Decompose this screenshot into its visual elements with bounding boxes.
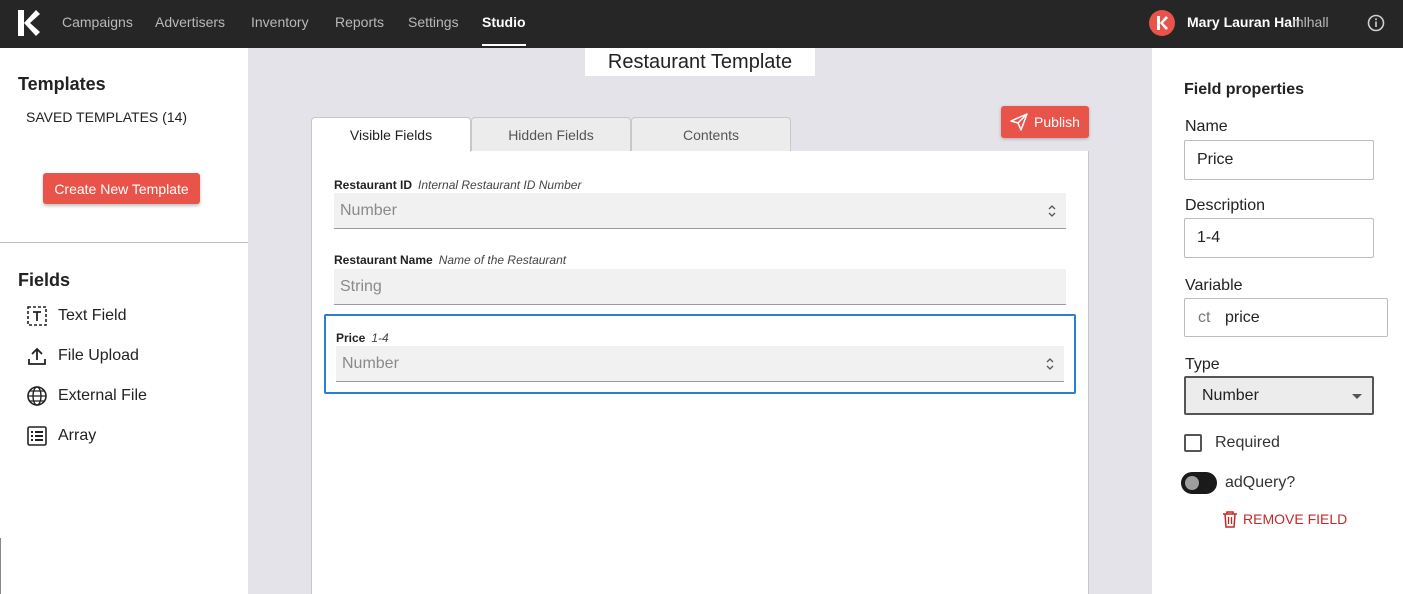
variable-input[interactable]: ct price [1184, 298, 1388, 337]
nav-inventory[interactable]: Inventory [251, 0, 309, 48]
sidebar-edge-line [0, 538, 1, 594]
sidebar-divider [0, 242, 248, 243]
field-label: Restaurant Name [334, 253, 433, 267]
field-label: Price [336, 331, 366, 345]
field-description: Name of the Restaurant [438, 253, 567, 267]
trash-icon [1223, 511, 1237, 528]
field-price[interactable]: Price 1-4 [336, 329, 389, 347]
user-avatar[interactable] [1149, 10, 1175, 36]
field-type-label: External File [58, 387, 147, 404]
dropdown-caret-icon [1352, 394, 1362, 399]
type-select[interactable]: Number [1184, 376, 1374, 415]
field-type-label: Array [58, 427, 97, 444]
upload-icon [28, 347, 46, 365]
field-label: Restaurant ID [334, 178, 413, 192]
field-description: 1-4 [371, 331, 389, 345]
remove-field-button[interactable]: REMOVE FIELD [1222, 510, 1347, 528]
number-spinner-icon[interactable] [1044, 356, 1056, 372]
publish-label: Publish [1034, 114, 1080, 130]
nav-campaigns[interactable]: Campaigns [62, 0, 133, 48]
brand-logo-icon[interactable] [18, 10, 40, 36]
send-icon [1010, 113, 1028, 131]
list-icon [27, 426, 47, 446]
fields-heading: Fields [18, 270, 71, 290]
field-type-label: Text Field [58, 307, 127, 324]
template-title[interactable]: Restaurant Template [585, 48, 815, 76]
field-type-file-upload[interactable]: File Upload [26, 342, 139, 370]
templates-heading: Templates [18, 74, 106, 94]
remove-field-label: REMOVE FIELD [1243, 511, 1348, 527]
name-input[interactable]: Price [1184, 140, 1374, 180]
top-nav-bar: Campaigns Advertisers Inventory Reports … [0, 0, 1403, 48]
required-checkbox[interactable] [1184, 434, 1202, 452]
variable-prefix: ct [1198, 309, 1211, 326]
globe-icon [27, 386, 47, 406]
tab-contents[interactable]: Contents [631, 117, 791, 151]
create-new-template-button[interactable]: Create New Template [43, 173, 200, 204]
field-properties-panel: Field properties Name Price Description … [1152, 48, 1403, 594]
field-description: Internal Restaurant ID Number [418, 178, 582, 192]
restaurant-name-input[interactable]: String [334, 269, 1066, 305]
type-label: Type [1185, 356, 1220, 373]
tab-hidden-fields[interactable]: Hidden Fields [471, 117, 631, 151]
description-label: Description [1185, 197, 1266, 214]
field-type-array[interactable]: Array [26, 422, 96, 450]
text-field-icon [27, 306, 47, 326]
restaurant-id-input[interactable]: Number [334, 193, 1066, 229]
type-selected-value: Number [1202, 387, 1259, 404]
tab-visible-fields[interactable]: Visible Fields [311, 117, 471, 152]
adquery-toggle[interactable] [1181, 472, 1217, 494]
input-placeholder: Number [340, 202, 397, 219]
field-type-text-field[interactable]: Text Field [26, 302, 126, 330]
field-restaurant-id[interactable]: Restaurant ID Internal Restaurant ID Numb… [334, 176, 581, 194]
field-properties-title: Field properties [1184, 81, 1305, 98]
user-logo-icon [1157, 16, 1168, 30]
saved-templates-link[interactable]: SAVED TEMPLATES (14) [26, 109, 187, 125]
variable-value: price [1225, 309, 1260, 326]
field-restaurant-name[interactable]: Restaurant Name Name of the Restaurant [334, 251, 566, 269]
left-sidebar: Templates SAVED TEMPLATES (14) Create Ne… [0, 48, 248, 594]
description-input[interactable]: 1-4 [1184, 218, 1374, 258]
info-icon[interactable] [1367, 14, 1385, 32]
input-placeholder: Number [342, 355, 399, 372]
nav-studio[interactable]: Studio [482, 0, 526, 48]
user-name[interactable]: Mary Lauran Hall [1187, 0, 1300, 48]
publish-button[interactable]: Publish [1001, 106, 1089, 138]
number-spinner-icon[interactable] [1046, 203, 1058, 219]
nav-settings[interactable]: Settings [408, 0, 459, 48]
nav-reports[interactable]: Reports [335, 0, 384, 48]
input-placeholder: String [340, 278, 382, 295]
toggle-knob [1185, 476, 1199, 490]
required-checkbox-row[interactable]: Required [1184, 434, 1280, 452]
variable-label: Variable [1185, 277, 1243, 294]
adquery-toggle-row[interactable]: adQuery? [1181, 472, 1295, 494]
price-input[interactable]: Number [336, 346, 1064, 382]
required-label: Required [1215, 434, 1280, 451]
field-type-label: File Upload [58, 347, 139, 364]
adquery-label: adQuery? [1225, 474, 1296, 491]
field-type-external-file[interactable]: External File [26, 382, 147, 410]
nav-advertisers[interactable]: Advertisers [155, 0, 225, 48]
name-label: Name [1185, 118, 1228, 135]
user-handle[interactable]: mlhall [1292, 0, 1329, 48]
